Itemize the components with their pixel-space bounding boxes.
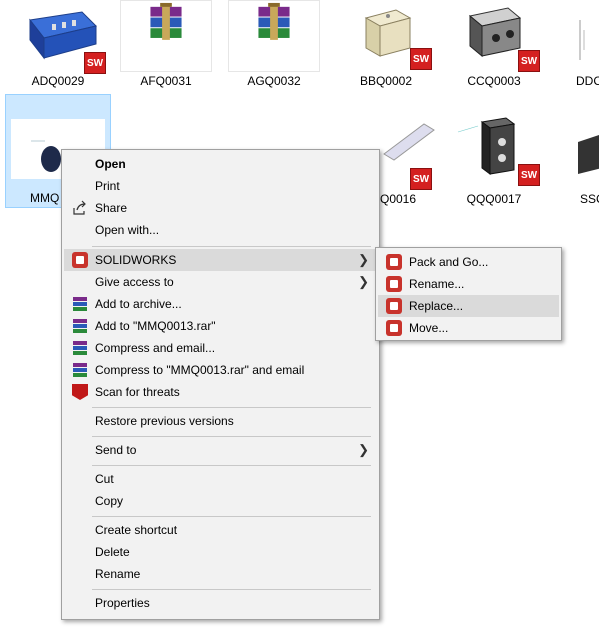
file-name: QQQ0017: [466, 192, 522, 206]
context-menu: Open Print Share Open with... SOLIDWORKS…: [61, 149, 380, 620]
solidworks-badge-icon: SW: [84, 52, 106, 74]
solidworks-icon: [386, 298, 402, 314]
winrar-icon: [72, 340, 88, 356]
submenu-item-move[interactable]: Move...: [378, 317, 559, 339]
file-name: AGQ0032: [247, 74, 301, 88]
file-adq0029[interactable]: SW ADQ0029: [6, 0, 110, 108]
file-afq0031[interactable]: AFQ0031: [114, 0, 218, 108]
file-name: ADQ0029: [31, 74, 85, 88]
file-name: DDC: [576, 74, 599, 88]
chevron-right-icon: ❯: [358, 252, 369, 267]
file-ccq0003[interactable]: SW CCQ0003: [442, 0, 546, 108]
file-agq0032[interactable]: AGQ0032: [222, 0, 326, 108]
menu-item-rename[interactable]: Rename: [64, 563, 377, 585]
menu-separator: [92, 407, 371, 408]
menu-separator: [92, 516, 371, 517]
menu-item-copy[interactable]: Copy: [64, 490, 377, 512]
menu-separator: [92, 589, 371, 590]
file-name: CCQ0003: [467, 74, 521, 88]
menu-separator: [92, 465, 371, 466]
winrar-icon: [72, 296, 88, 312]
submenu-item-rename[interactable]: Rename...: [378, 273, 559, 295]
menu-item-solidworks[interactable]: SOLIDWORKS ❯: [64, 249, 377, 271]
menu-item-open-with[interactable]: Open with...: [64, 219, 377, 241]
part-thumbnail-icon: [578, 135, 599, 174]
menu-item-open[interactable]: Open: [64, 153, 377, 175]
file-bbq0002[interactable]: SW BBQ0002: [334, 0, 438, 108]
file-name: BBQ0002: [359, 74, 413, 88]
solidworks-badge-icon: SW: [518, 50, 540, 72]
file-name: AFQ0031: [140, 74, 192, 88]
file-q0016[interactable]: Q0016: [380, 192, 416, 206]
menu-item-share[interactable]: Share: [64, 197, 377, 219]
chevron-right-icon: ❯: [358, 442, 369, 457]
menu-item-scan-threats[interactable]: Scan for threats: [64, 381, 377, 403]
menu-item-compress-rar-email[interactable]: Compress to "MMQ0013.rar" and email: [64, 359, 377, 381]
solidworks-badge-icon: SW: [518, 164, 540, 186]
menu-item-restore-versions[interactable]: Restore previous versions: [64, 410, 377, 432]
menu-separator: [92, 246, 371, 247]
solidworks-submenu: Pack and Go... Rename... Replace... Move…: [375, 247, 562, 341]
mcafee-icon: [72, 384, 88, 400]
menu-item-create-shortcut[interactable]: Create shortcut: [64, 519, 377, 541]
menu-item-add-rar[interactable]: Add to "MMQ0013.rar": [64, 315, 377, 337]
file-ddc[interactable]: DDC: [550, 0, 599, 108]
menu-item-send-to[interactable]: Send to ❯: [64, 439, 377, 461]
menu-item-properties[interactable]: Properties: [64, 592, 377, 614]
file-name: SSC: [580, 192, 599, 206]
solidworks-icon: [386, 320, 402, 336]
submenu-item-replace[interactable]: Replace...: [378, 295, 559, 317]
menu-item-give-access[interactable]: Give access to ❯: [64, 271, 377, 293]
menu-separator: [92, 436, 371, 437]
solidworks-badge-icon: SW: [410, 168, 432, 190]
winrar-icon: [72, 362, 88, 378]
solidworks-icon: [386, 254, 402, 270]
menu-item-delete[interactable]: Delete: [64, 541, 377, 563]
menu-item-print[interactable]: Print: [64, 175, 377, 197]
winrar-archive-icon: [120, 0, 212, 72]
file-qqq0017[interactable]: SW QQQ0017: [442, 112, 546, 220]
winrar-archive-icon: [228, 0, 320, 72]
solidworks-icon: [72, 252, 88, 268]
solidworks-icon: [386, 276, 402, 292]
menu-item-add-archive[interactable]: Add to archive...: [64, 293, 377, 315]
file-ssc[interactable]: SSC: [550, 112, 599, 220]
menu-item-compress-email[interactable]: Compress and email...: [64, 337, 377, 359]
share-icon: [73, 200, 86, 215]
solidworks-badge-icon: SW: [410, 48, 432, 70]
part-thumbnail-icon: [383, 123, 435, 161]
drawing-thumbnail-icon: [579, 20, 585, 60]
chevron-right-icon: ❯: [358, 274, 369, 289]
menu-item-cut[interactable]: Cut: [64, 468, 377, 490]
winrar-icon: [72, 318, 88, 334]
file-name: MMQ: [30, 191, 60, 205]
submenu-item-pack-and-go[interactable]: Pack and Go...: [378, 251, 559, 273]
